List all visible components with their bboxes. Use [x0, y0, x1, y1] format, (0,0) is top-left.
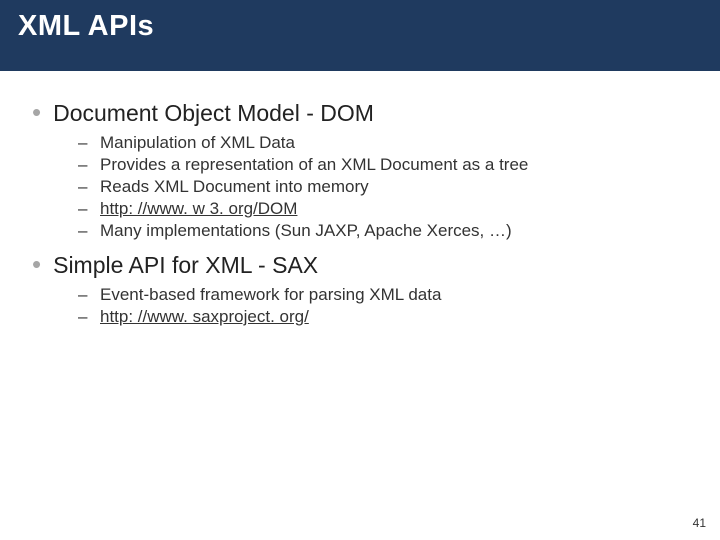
- sub-item-text: Event-based framework for parsing XML da…: [100, 285, 441, 305]
- sub-item-text: Provides a representation of an XML Docu…: [100, 155, 528, 175]
- bullet-icon: •: [32, 251, 41, 277]
- page-number: 41: [693, 516, 706, 530]
- list-item: • Document Object Model - DOM – Manipula…: [32, 99, 692, 241]
- bullet-icon: •: [32, 99, 41, 125]
- list-item: – Many implementations (Sun JAXP, Apache…: [78, 221, 692, 241]
- list-item: – Event-based framework for parsing XML …: [78, 285, 692, 305]
- dash-icon: –: [78, 155, 90, 175]
- title-band: XML APIs: [0, 0, 720, 71]
- dash-icon: –: [78, 133, 90, 153]
- dash-icon: –: [78, 221, 90, 241]
- list-item: – http: //www. saxproject. org/: [78, 307, 692, 327]
- bullet-list-level2: – Event-based framework for parsing XML …: [78, 285, 692, 327]
- list-item: – Reads XML Document into memory: [78, 177, 692, 197]
- dash-icon: –: [78, 199, 90, 219]
- sub-item-text: Many implementations (Sun JAXP, Apache X…: [100, 221, 512, 241]
- dash-icon: –: [78, 307, 90, 327]
- slide-content: • Document Object Model - DOM – Manipula…: [0, 71, 720, 327]
- sub-item-link[interactable]: http: //www. w 3. org/DOM: [100, 199, 297, 219]
- slide: XML APIs • Document Object Model - DOM –…: [0, 0, 720, 540]
- section-heading: Simple API for XML - SAX: [53, 252, 318, 279]
- list-item: • Simple API for XML - SAX – Event-based…: [32, 251, 692, 327]
- list-item: – Provides a representation of an XML Do…: [78, 155, 692, 175]
- section-heading: Document Object Model - DOM: [53, 100, 374, 127]
- dash-icon: –: [78, 177, 90, 197]
- dash-icon: –: [78, 285, 90, 305]
- sub-item-text: Reads XML Document into memory: [100, 177, 369, 197]
- bullet-list-level2: – Manipulation of XML Data – Provides a …: [78, 133, 692, 241]
- list-item: – http: //www. w 3. org/DOM: [78, 199, 692, 219]
- slide-title: XML APIs: [18, 10, 720, 43]
- sub-item-text: Manipulation of XML Data: [100, 133, 295, 153]
- list-item: – Manipulation of XML Data: [78, 133, 692, 153]
- bullet-list-level1: • Document Object Model - DOM – Manipula…: [32, 99, 692, 327]
- sub-item-link[interactable]: http: //www. saxproject. org/: [100, 307, 309, 327]
